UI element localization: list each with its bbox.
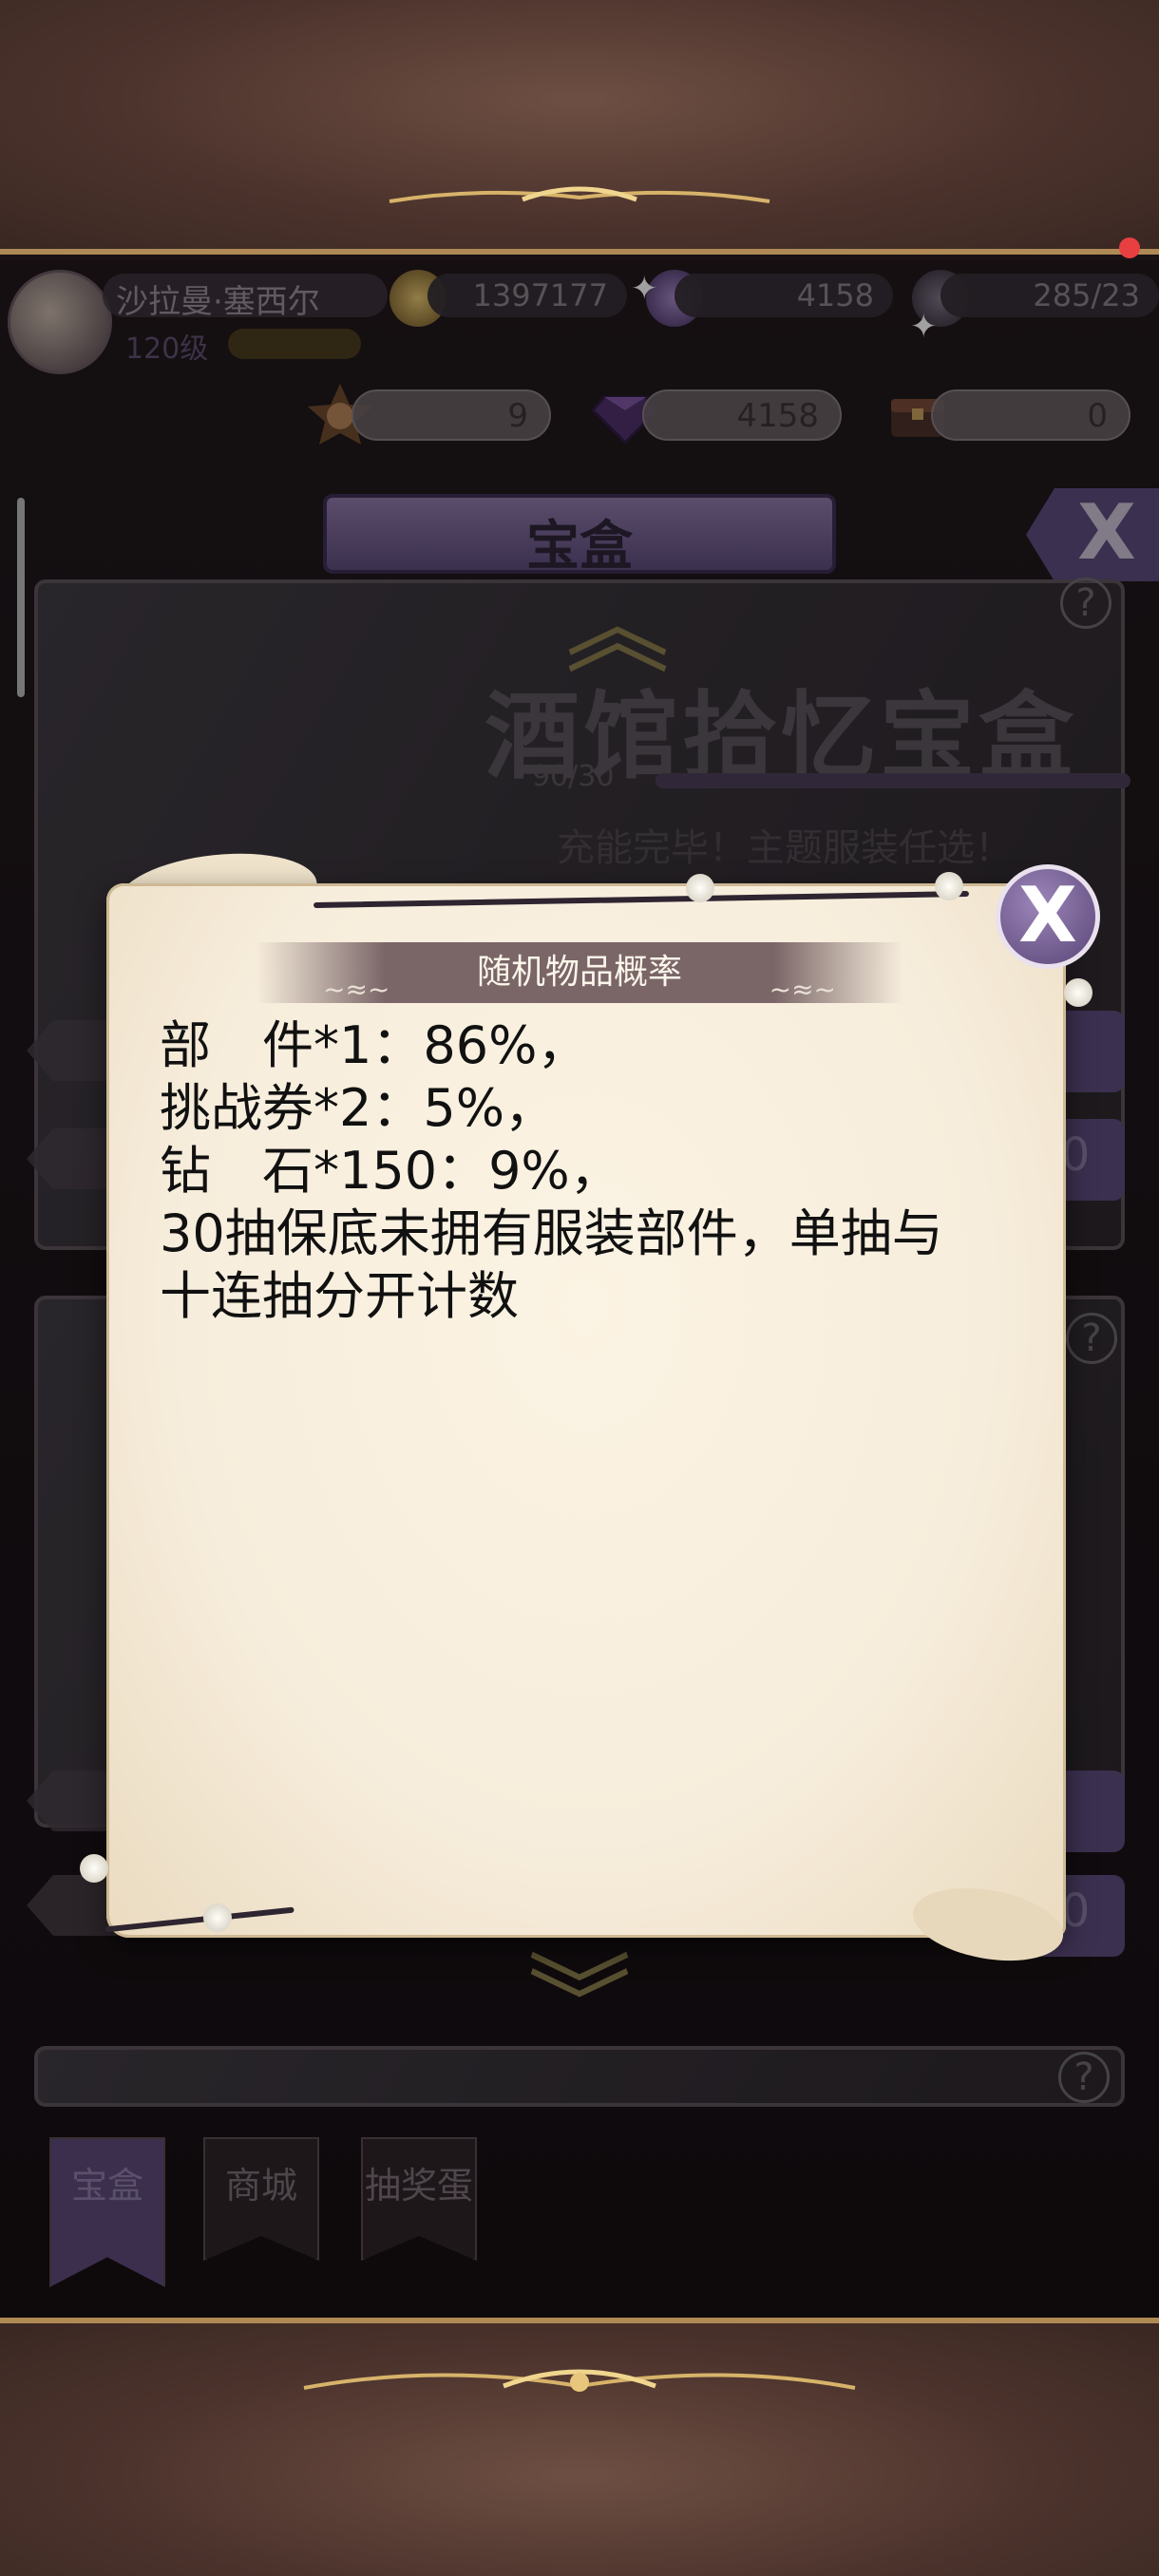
gold-ornament-icon: [389, 186, 770, 203]
rose-icon: [80, 1854, 108, 1883]
probability-line: 挑战券*2：5%，: [160, 1078, 557, 1138]
rose-icon: [1064, 978, 1092, 1007]
probability-line: 部 件*1：86%，: [160, 1015, 589, 1075]
notification-dot: [1119, 237, 1140, 258]
popup-content: 部 件*1：86%， 挑战券*2：5%， 钻 石*150：9%， 30抽保底未拥…: [160, 1014, 996, 1328]
popup-title-bar: ~≈~ 随机物品概率 ~≈~: [256, 942, 902, 1005]
popup-title: 随机物品概率: [476, 953, 682, 992]
gold-ornament-icon: [303, 2369, 856, 2392]
probability-line: 钻 石*150：9%，: [160, 1141, 621, 1201]
popup-close-button[interactable]: X: [996, 864, 1100, 969]
rose-icon: [935, 872, 963, 900]
rose-icon: [203, 1904, 232, 1932]
top-frame: [0, 0, 1159, 255]
probability-line: 30抽保底未拥有服装部件，单抽与: [160, 1203, 943, 1263]
probability-line: 十连抽分开计数: [160, 1266, 519, 1326]
flourish-icon: ~≈~: [769, 974, 836, 1005]
bottom-frame: [0, 2318, 1159, 2576]
rose-icon: [686, 874, 714, 902]
flourish-icon: ~≈~: [323, 974, 390, 1005]
